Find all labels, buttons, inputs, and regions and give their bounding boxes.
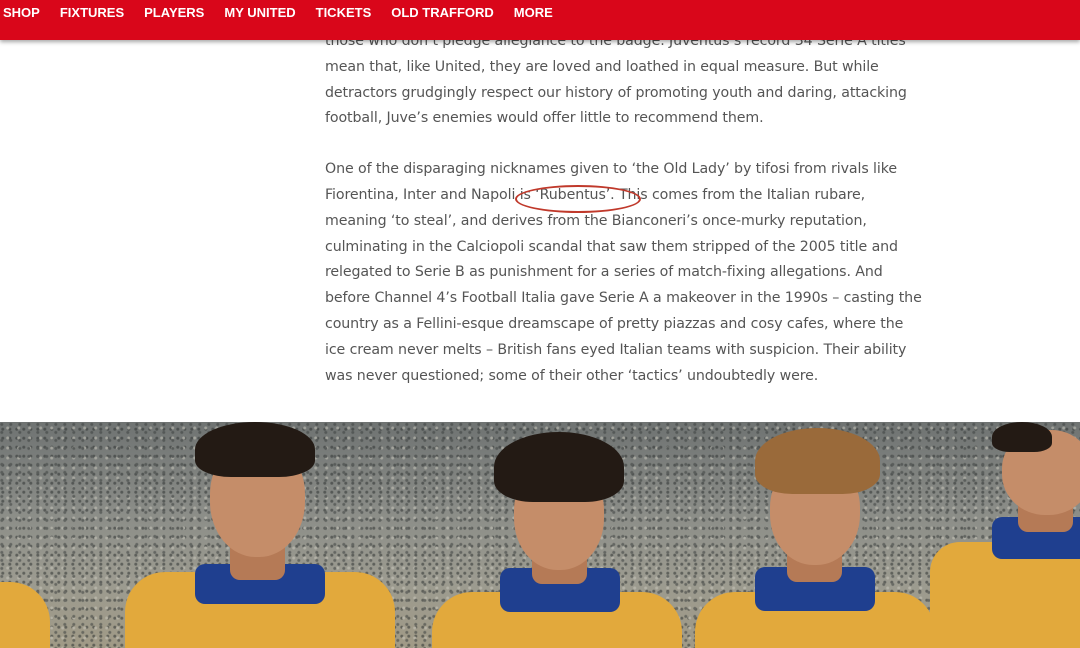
paragraph-line: mean that, like United, they are loved a… — [325, 58, 879, 75]
nav-item-my-united[interactable]: MY UNITED — [224, 0, 295, 26]
nav-item-players[interactable]: PLAYERS — [144, 0, 204, 26]
nav-item-old-trafford[interactable]: OLD TRAFFORD — [391, 0, 494, 26]
paragraph-line: before Channel 4’s Football Italia gave … — [325, 290, 922, 307]
circled-text: is ‘Rubentus’. — [519, 186, 615, 203]
player-figure — [0, 582, 50, 648]
paragraph-text: This comes from the Italian rubare, — [614, 186, 866, 203]
paragraph-line: culminating in the Calciopoli scandal th… — [325, 238, 898, 255]
paragraph-line: ice cream never melts – British fans eye… — [325, 341, 907, 358]
article-body: those who don’t pledge allegiance to the… — [325, 30, 925, 389]
article-paragraph-1: those who don’t pledge allegiance to the… — [325, 29, 925, 132]
player-hair — [755, 428, 880, 494]
nav-item-more[interactable]: MORE — [514, 0, 553, 26]
paragraph-line: detractors grudgingly respect our histor… — [325, 84, 907, 101]
nav-menu: SHOP FIXTURES PLAYERS MY UNITED TICKETS … — [0, 0, 1080, 26]
paragraph-line: relegated to Serie B as punishment for a… — [325, 264, 883, 281]
paragraph-line: meaning ‘to steal’, and derives from the… — [325, 212, 867, 229]
nav-item-shop[interactable]: SHOP — [3, 0, 40, 26]
article-paragraph-2: One of the disparaging nicknames given t… — [325, 157, 925, 389]
paragraph-text: Fiorentina, Inter and Napoli — [325, 186, 520, 203]
top-navigation-bar: SHOP FIXTURES PLAYERS MY UNITED TICKETS … — [0, 0, 1080, 40]
player-figure — [695, 422, 935, 648]
paragraph-line: football, Juve’s enemies would offer lit… — [325, 110, 764, 127]
player-figure — [432, 422, 682, 648]
paragraph-line: One of the disparaging nicknames given t… — [325, 161, 897, 178]
paragraph-line: was never questioned; some of their othe… — [325, 367, 819, 384]
paragraph-line: country as a Fellini-esque dreamscape of… — [325, 315, 904, 332]
player-hair — [992, 422, 1052, 452]
player-hair — [195, 422, 315, 477]
team-photo — [0, 422, 1080, 648]
player-shirt — [0, 582, 50, 648]
nav-item-tickets[interactable]: TICKETS — [316, 0, 372, 26]
nav-item-fixtures[interactable]: FIXTURES — [60, 0, 124, 26]
player-figure — [125, 422, 395, 648]
circled-annotation: is ‘Rubentus’. — [514, 184, 641, 213]
player-hair — [494, 432, 624, 502]
player-figure — [930, 422, 1080, 648]
